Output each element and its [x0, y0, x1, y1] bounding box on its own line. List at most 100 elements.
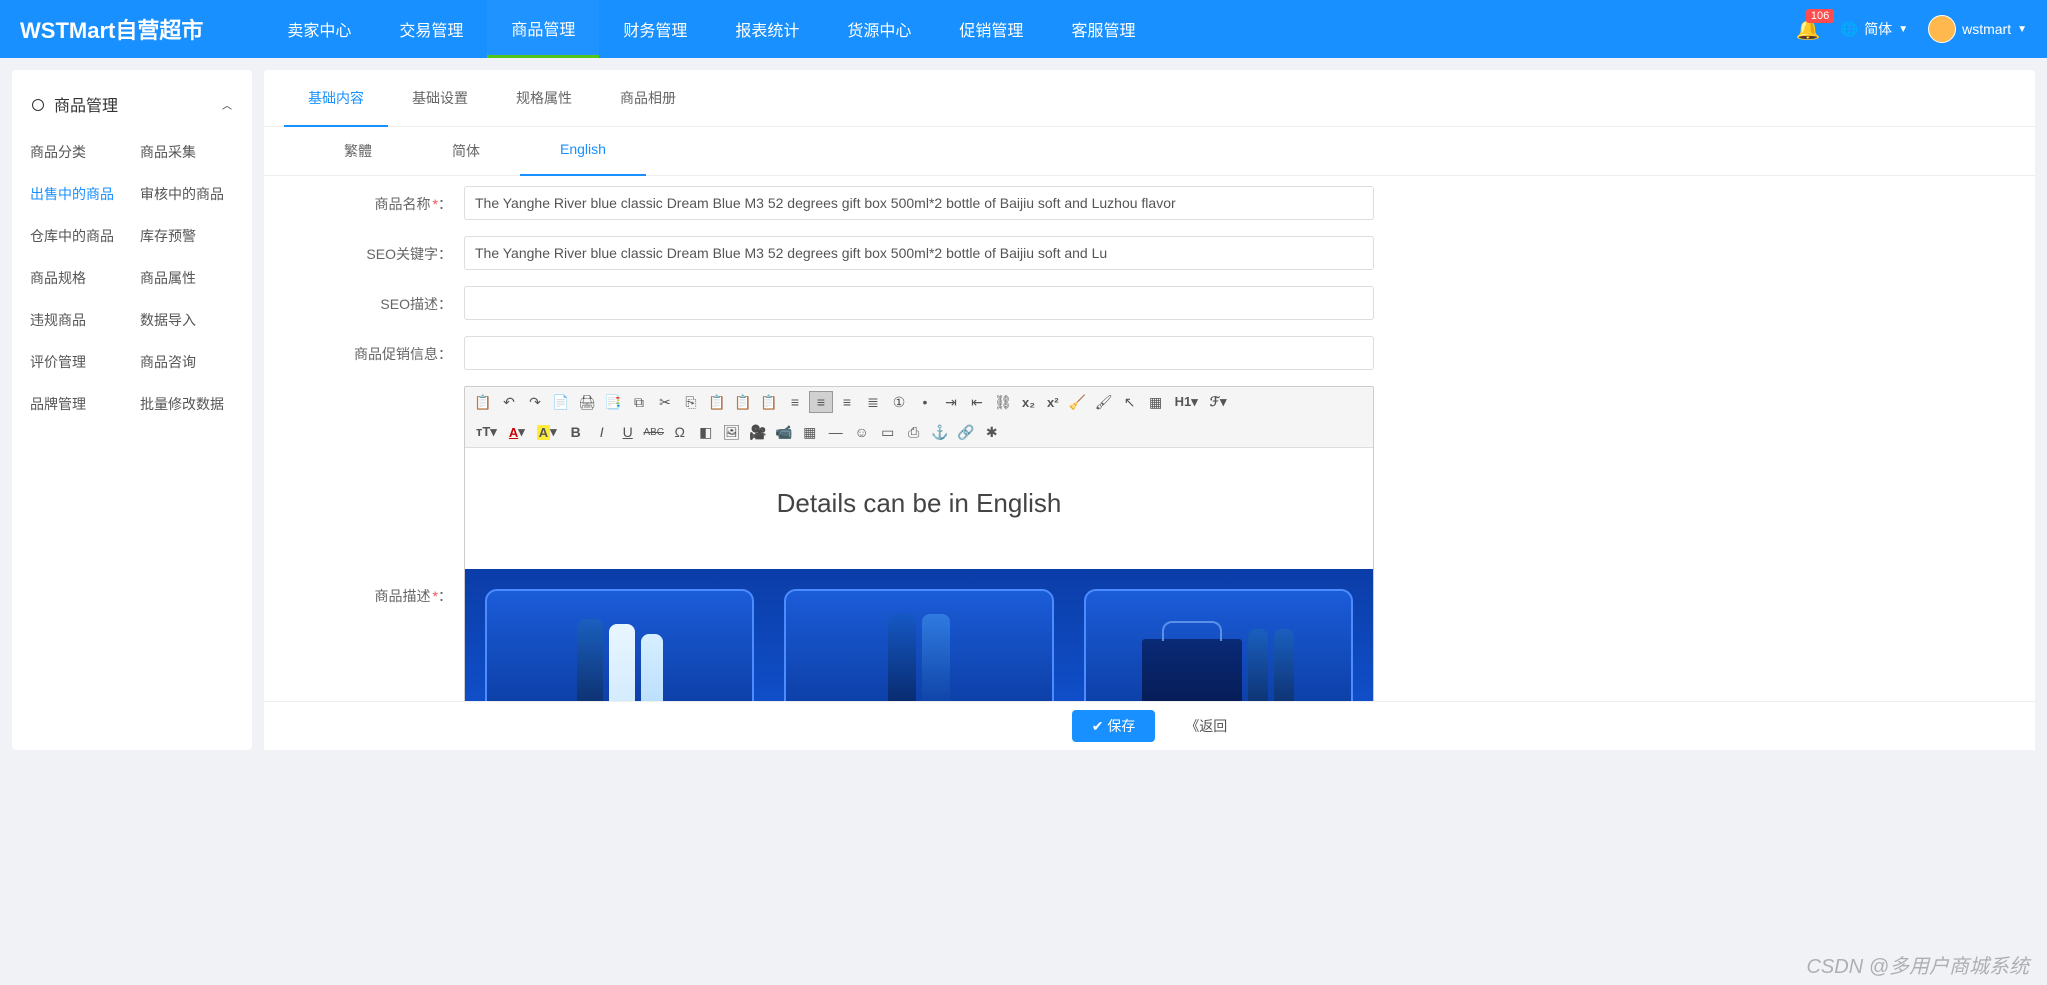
sidebar-item-9[interactable]: 数据导入	[134, 300, 240, 340]
font-family-icon[interactable]: ℱ▾	[1205, 391, 1232, 413]
tabs-main: 基础内容基础设置规格属性商品相册	[264, 70, 2035, 127]
sidebar-item-10[interactable]: 评价管理	[24, 342, 130, 382]
back-button[interactable]: 《返回	[1185, 710, 1227, 742]
bold-icon[interactable]: B	[564, 421, 588, 443]
link-icon[interactable]: 🔗	[954, 421, 978, 443]
sub-icon[interactable]: x₂	[1017, 391, 1040, 413]
seo-description-input[interactable]	[464, 286, 1374, 320]
promotion-info-input[interactable]	[464, 336, 1374, 370]
copy-icon[interactable]: ⎘	[679, 391, 703, 413]
chevron-down-icon: ▼	[2017, 24, 2027, 35]
sidebar-item-11[interactable]: 商品咨询	[134, 342, 240, 382]
symbol-icon[interactable]: ✱	[980, 421, 1004, 443]
sidebar-item-6[interactable]: 商品规格	[24, 258, 130, 298]
italic-icon[interactable]: I	[590, 421, 614, 443]
product-name-input[interactable]	[464, 186, 1374, 220]
flash-icon[interactable]: 📹	[772, 421, 796, 443]
align-right-icon[interactable]: ≡	[835, 391, 859, 413]
nav-item-1[interactable]: 交易管理	[375, 0, 487, 58]
tab-main-1[interactable]: 基础设置	[388, 70, 492, 126]
sidebar-item-2[interactable]: 出售中的商品	[24, 174, 130, 214]
seo-keywords-input[interactable]	[464, 236, 1374, 270]
nav-item-3[interactable]: 财务管理	[599, 0, 711, 58]
product-image-1	[485, 589, 754, 701]
strike-icon[interactable]: ABC	[642, 421, 666, 443]
tabs-lang: 繁體简体English	[264, 127, 2035, 176]
nav-item-4[interactable]: 报表统计	[711, 0, 823, 58]
underline-icon[interactable]: U	[616, 421, 640, 443]
save-button[interactable]: ✔ 保存	[1072, 710, 1156, 742]
watermark: CSDN @多用户商城系统	[1806, 950, 2029, 979]
sidebar-item-1[interactable]: 商品采集	[134, 132, 240, 172]
header: WSTMart自营超市 卖家中心交易管理商品管理财务管理报表统计货源中心促销管理…	[0, 0, 2047, 58]
pagebreak-icon[interactable]: ⎙	[902, 421, 926, 443]
sidebar-item-3[interactable]: 审核中的商品	[134, 174, 240, 214]
redo-icon[interactable]: ↷	[523, 391, 547, 413]
editor-body[interactable]: Details can be in English	[465, 448, 1373, 701]
heading-icon[interactable]: H1▾	[1170, 391, 1203, 413]
tab-lang-1[interactable]: 简体	[412, 127, 520, 175]
charmap-icon[interactable]: Ω	[668, 421, 692, 443]
clipboard-icon[interactable]: 📋	[757, 391, 781, 413]
sidebar-item-5[interactable]: 库存预警	[134, 216, 240, 256]
emoji-icon[interactable]: ☺	[850, 421, 874, 443]
print-icon[interactable]: 🖨	[575, 391, 599, 413]
highlight-icon[interactable]: A▾	[532, 421, 562, 443]
tab-main-2[interactable]: 规格属性	[492, 70, 596, 126]
cut-icon[interactable]: ✂	[653, 391, 677, 413]
align-center-icon[interactable]: ≡	[809, 391, 833, 413]
sidebar-section-toggle[interactable]: 商品管理 ︿	[24, 86, 240, 132]
select-all-icon[interactable]: ▦	[1144, 391, 1168, 413]
language-selector[interactable]: 🌐 简体 ▼	[1841, 19, 1908, 39]
nav-item-5[interactable]: 货源中心	[823, 0, 935, 58]
hr-icon[interactable]: —	[824, 421, 848, 443]
source-icon[interactable]: ⧉	[627, 391, 651, 413]
sidebar-item-13[interactable]: 批量修改数据	[134, 384, 240, 424]
sidebar-item-8[interactable]: 违规商品	[24, 300, 130, 340]
sup-icon[interactable]: x²	[1042, 391, 1064, 413]
justify-icon[interactable]: ≣	[861, 391, 885, 413]
username: wstmart	[1962, 21, 2011, 37]
format-icon[interactable]: 🖌	[1092, 391, 1116, 413]
anchor-icon[interactable]: ⚓	[928, 421, 952, 443]
preview-icon[interactable]: 📑	[601, 391, 625, 413]
media-icon[interactable]: 🎥	[746, 421, 770, 443]
sidebar-item-4[interactable]: 仓库中的商品	[24, 216, 130, 256]
outdent-icon[interactable]: ⇤	[965, 391, 989, 413]
ul-icon[interactable]: •	[913, 391, 937, 413]
sidebar-item-7[interactable]: 商品属性	[134, 258, 240, 298]
align-left-icon[interactable]: ≡	[783, 391, 807, 413]
label-product-name: 商品名称*：	[294, 186, 464, 214]
nav-item-6[interactable]: 促销管理	[935, 0, 1047, 58]
broom-icon[interactable]: 🧹	[1066, 391, 1090, 413]
tab-main-3[interactable]: 商品相册	[596, 70, 700, 126]
paste2-icon[interactable]: 📋	[705, 391, 729, 413]
undo-icon[interactable]: ↶	[497, 391, 521, 413]
notifications-badge: 106	[1806, 9, 1834, 23]
unlink-icon[interactable]: ⛓	[991, 391, 1015, 413]
image-icon[interactable]: 🖼	[720, 421, 744, 443]
label-seo-description: SEO描述：	[294, 286, 464, 314]
indent-icon[interactable]: ⇥	[939, 391, 963, 413]
tab-lang-0[interactable]: 繁體	[304, 127, 412, 175]
nav-item-2[interactable]: 商品管理	[487, 0, 599, 58]
notifications-button[interactable]: 🔔 106	[1796, 17, 1821, 42]
ol-icon[interactable]: ①	[887, 391, 911, 413]
user-menu[interactable]: wstmart ▼	[1928, 15, 2027, 43]
paste-icon[interactable]: 📋	[471, 391, 495, 413]
eraser-icon[interactable]: ◧	[694, 421, 718, 443]
font-color-icon[interactable]: A▾	[504, 421, 530, 443]
frame-icon[interactable]: ▭	[876, 421, 900, 443]
tab-lang-2[interactable]: English	[520, 127, 646, 175]
paste-plain-icon[interactable]: 📄	[549, 391, 573, 413]
font-size-icon[interactable]: тT▾	[471, 421, 502, 443]
sidebar-item-12[interactable]: 品牌管理	[24, 384, 130, 424]
sidebar-item-0[interactable]: 商品分类	[24, 132, 130, 172]
paste-word-icon[interactable]: 📋	[731, 391, 755, 413]
table-icon[interactable]: ▦	[798, 421, 822, 443]
cursor-icon[interactable]: ↖	[1118, 391, 1142, 413]
tab-main-0[interactable]: 基础内容	[284, 70, 388, 126]
nav-item-0[interactable]: 卖家中心	[263, 0, 375, 58]
product-image-3	[1084, 589, 1353, 701]
nav-item-7[interactable]: 客服管理	[1047, 0, 1159, 58]
